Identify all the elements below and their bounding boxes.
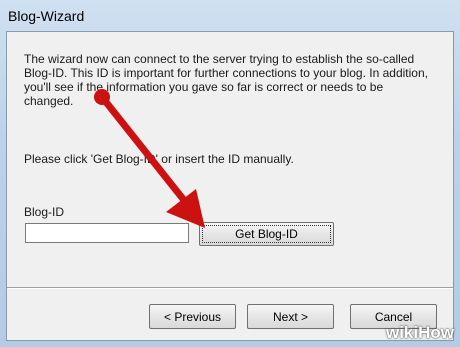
description-text: The wizard now can connect to the server… (24, 52, 428, 108)
blog-id-input[interactable] (25, 223, 189, 243)
footer-separator (7, 287, 453, 289)
window-title: Blog-Wizard (8, 8, 85, 24)
title-bar[interactable]: Blog-Wizard (0, 0, 460, 32)
wizard-window: Blog-Wizard The wizard now can connect t… (0, 0, 460, 347)
get-blog-id-button[interactable]: Get Blog-ID (199, 222, 334, 246)
instruction-text: Please click 'Get Blog-ID' or insert the… (24, 152, 294, 166)
next-button[interactable]: Next > (247, 304, 334, 329)
blog-id-label: Blog-ID (24, 205, 65, 219)
wizard-client-area: The wizard now can connect to the server… (6, 31, 454, 341)
watermark-text: wikiHow (385, 323, 454, 342)
previous-button[interactable]: < Previous (149, 304, 236, 329)
